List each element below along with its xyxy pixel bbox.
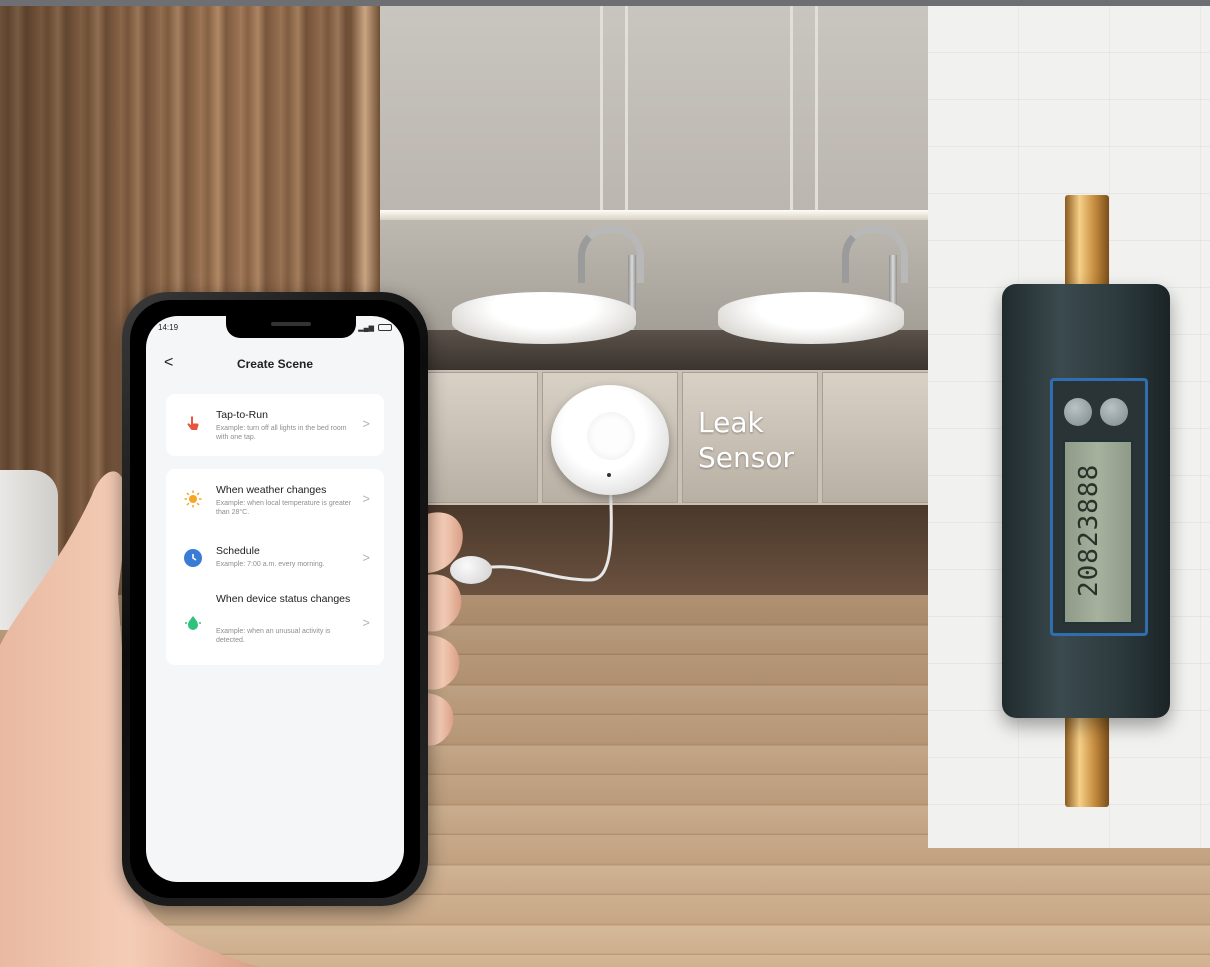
faucet-right-spout — [842, 226, 908, 283]
sun-icon — [184, 490, 202, 508]
app-screen: 14:19 ▂▄▆ < Create Scene Tap-to-Run Exam… — [146, 316, 404, 882]
phone-bezel: 14:19 ▂▄▆ < Create Scene Tap-to-Run Exam… — [130, 300, 420, 898]
meter-button-left — [1064, 398, 1092, 426]
chevron-right-icon: > — [362, 615, 370, 630]
leak-sensor-label: Leak Sensor — [698, 405, 794, 475]
phone-speaker — [271, 322, 311, 326]
meter-pipe-top — [1065, 195, 1109, 287]
screen-title: Create Scene — [236, 357, 314, 371]
meter-button-right — [1100, 398, 1128, 426]
tile-seam — [625, 6, 628, 216]
leak-sensor-led — [607, 473, 611, 477]
tap-to-run-card[interactable]: Tap-to-Run Example: turn off all lights … — [166, 394, 384, 456]
tile-seam — [815, 6, 818, 216]
tap-hand-icon — [184, 415, 202, 433]
condition-device-status[interactable]: When device status changes Example: when… — [166, 589, 384, 659]
condition-schedule-subtitle: Example: 7:00 a.m. every morning. — [216, 561, 325, 568]
condition-weather-title: When weather changes — [216, 484, 327, 496]
status-time: 14:19 — [158, 323, 179, 332]
clock-icon — [184, 549, 202, 567]
cabinet-door — [822, 372, 930, 503]
leak-label-line2: Sensor — [698, 441, 794, 474]
condition-schedule-title: Schedule — [216, 545, 260, 557]
condition-weather[interactable]: When weather changes Example: when local… — [166, 469, 384, 529]
tile-seam — [600, 6, 603, 216]
light-strip — [380, 210, 930, 220]
basin-left — [452, 292, 636, 344]
condition-schedule[interactable]: Schedule Example: 7:00 a.m. every mornin… — [166, 537, 384, 581]
basin-right — [718, 292, 904, 344]
leak-label-line1: Leak — [698, 406, 764, 439]
tile-seam — [790, 6, 793, 216]
smartphone: 14:19 ▂▄▆ < Create Scene Tap-to-Run Exam… — [122, 292, 428, 906]
meter-pipe-bottom — [1065, 715, 1109, 807]
chevron-right-icon: > — [362, 416, 370, 431]
device-icon — [184, 614, 202, 632]
chevron-right-icon: > — [362, 550, 370, 565]
faucet-left-spout — [578, 226, 644, 283]
tap-to-run-subtitle: Example: turn off all lights in the bed … — [216, 425, 347, 441]
chevron-right-icon: > — [362, 491, 370, 506]
condition-device-title: When device status changes — [216, 593, 351, 605]
phone-notch — [226, 316, 356, 338]
tap-to-run-title: Tap-to-Run — [216, 409, 268, 421]
signal-icon: ▂▄▆ — [358, 325, 374, 332]
leak-sensor-center — [587, 412, 635, 460]
meter-reading: 20823888 — [1074, 463, 1104, 597]
condition-weather-subtitle: Example: when local temperature is great… — [216, 500, 352, 516]
condition-device-subtitle: Example: when an unusual activity is det… — [216, 628, 331, 644]
battery-icon — [378, 324, 392, 331]
conditions-card: When weather changes Example: when local… — [166, 469, 384, 665]
